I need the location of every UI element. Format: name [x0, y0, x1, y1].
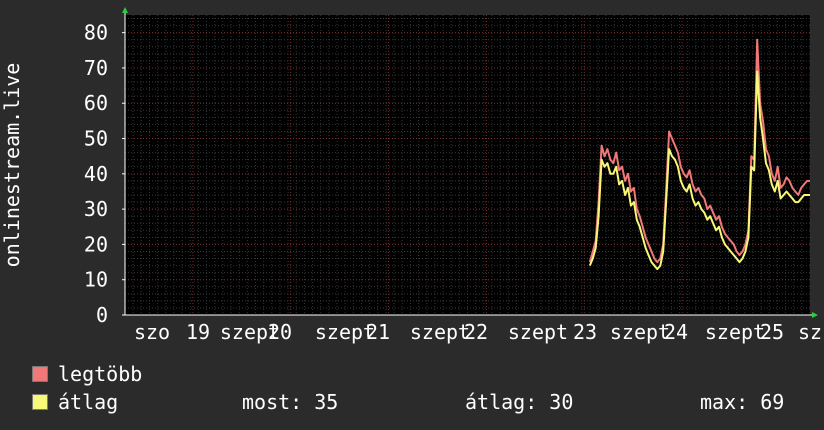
y-tick-label: 40 [84, 162, 108, 186]
y-axis-label: onlinestream.live [0, 63, 24, 268]
y-tick-label: 20 [84, 232, 108, 256]
x-tick-label: 25 [760, 320, 784, 344]
legend-swatch-avg [32, 394, 48, 410]
x-tick-label: 24 [664, 320, 688, 344]
x-tick-label: 20 [268, 320, 292, 344]
y-tick-label: 80 [84, 21, 108, 45]
x-tick-labels: szo 19 szept20 szept21 szept22 szept 23 szept24… [134, 320, 822, 344]
stat-now: most: 35 [242, 390, 339, 414]
x-tick-label: szept [508, 320, 568, 344]
y-tick-label: 30 [84, 197, 108, 221]
y-tick-label: 70 [84, 56, 108, 80]
x-tick-label: sz [798, 320, 822, 344]
y-tick-labels: 0 10 20 30 40 50 60 70 80 [84, 21, 108, 327]
y-tick-label: 60 [84, 91, 108, 115]
legend-label-avg: átlag [58, 390, 119, 414]
y-tick-label: 0 [96, 303, 108, 327]
x-tick-label: 21 [366, 320, 390, 344]
stat-avg: átlag: 30 [465, 390, 574, 414]
x-tick-label: 23 [573, 320, 597, 344]
y-tick-label: 10 [84, 268, 108, 292]
x-tick-label: szept [410, 320, 470, 344]
x-tick-label: szept [705, 320, 765, 344]
x-tick-label: szo [134, 320, 170, 344]
x-tick-label: 22 [464, 320, 488, 344]
x-tick-label: 19 [186, 320, 210, 344]
x-tick-label: szept [610, 320, 670, 344]
y-tick-label: 50 [84, 127, 108, 151]
stat-max: max: 69 [700, 390, 785, 414]
x-axis-arrow [812, 312, 818, 318]
legend-label-max: legtöbb [58, 362, 143, 386]
y-axis-arrow [122, 7, 128, 13]
legend-swatch-max [32, 366, 48, 382]
